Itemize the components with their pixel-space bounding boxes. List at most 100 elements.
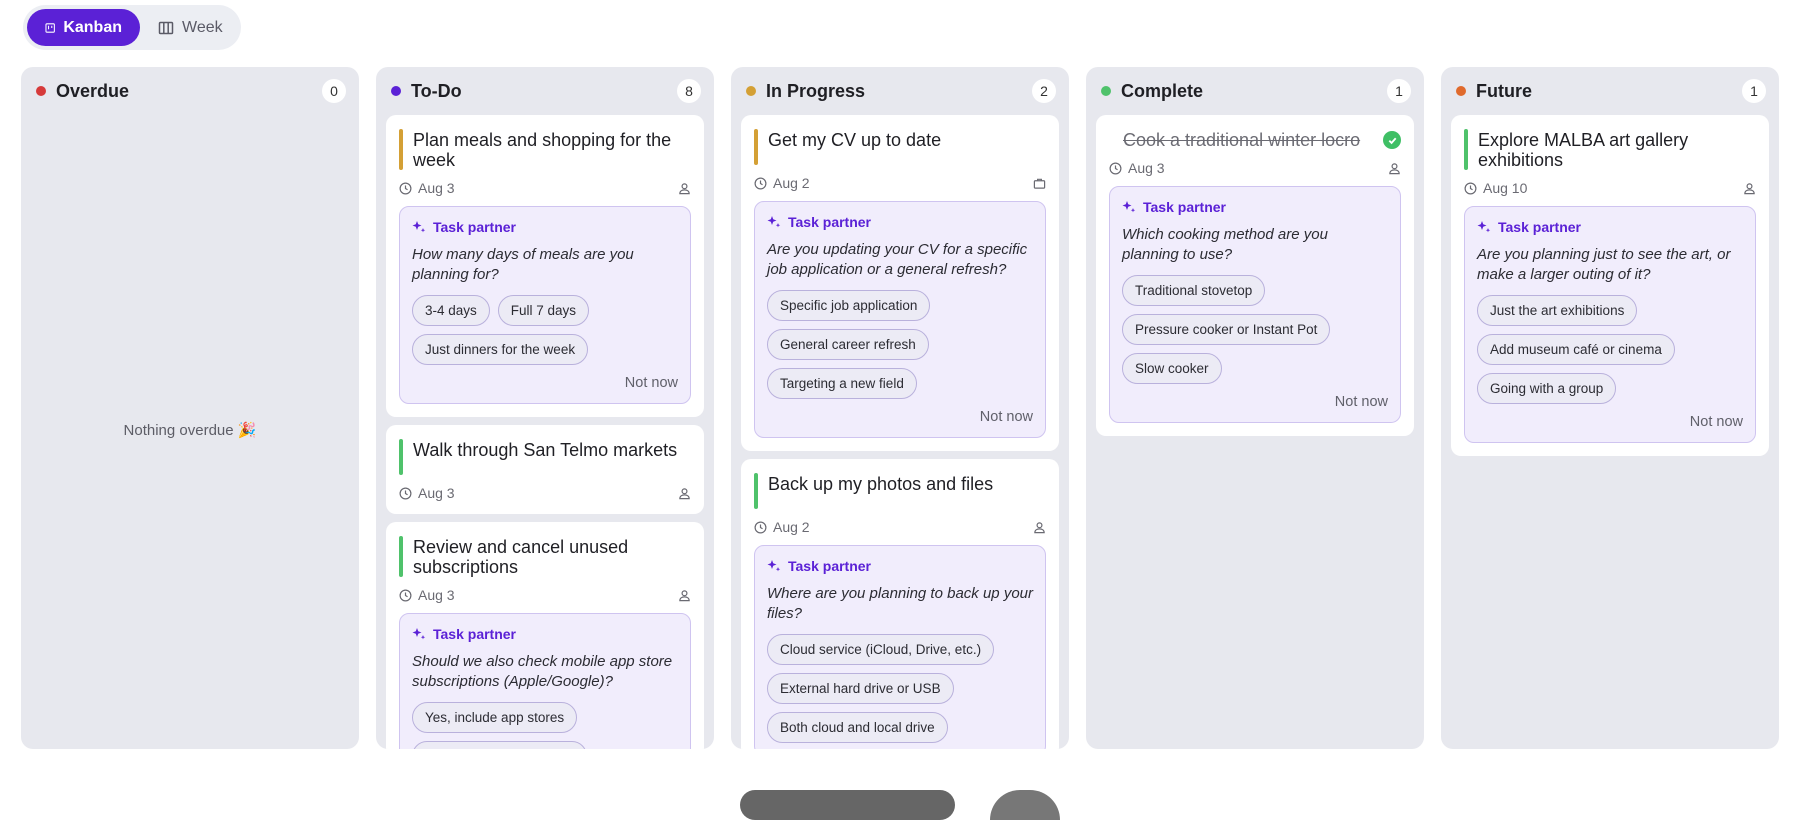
week-view-button[interactable]: Week: [140, 9, 241, 46]
column-title: Complete: [1121, 80, 1204, 101]
clock-icon: [1109, 162, 1122, 174]
column-title: Future: [1476, 80, 1532, 101]
task-partner-panel: Task partner Are you updating your CV fo…: [754, 201, 1046, 438]
due-date: Aug 3: [418, 485, 455, 501]
check-circle-icon[interactable]: [1383, 131, 1401, 149]
clock-icon: [754, 177, 767, 189]
status-dot: [746, 86, 756, 96]
task-card[interactable]: Get my CV up to date Aug 2 Task partner …: [741, 115, 1059, 451]
column-title: To-Do: [411, 80, 462, 101]
not-now-button[interactable]: Not now: [767, 409, 1033, 425]
partner-question: How many days of meals are you planning …: [412, 246, 634, 283]
task-title: Get my CV up to date: [768, 130, 942, 150]
option-chip[interactable]: General career refresh: [767, 329, 929, 360]
sparkle-icon: [767, 216, 781, 228]
option-chip[interactable]: Just the art exhibitions: [1477, 295, 1638, 326]
task-title: Cook a traditional winter locro: [1123, 130, 1361, 150]
person-icon[interactable]: [678, 487, 691, 500]
status-dot: [36, 86, 46, 96]
column-header: Future 1: [1441, 67, 1779, 115]
task-card[interactable]: Plan meals and shopping for the week Aug…: [386, 115, 704, 417]
column-header: Complete 1: [1086, 67, 1424, 115]
person-icon[interactable]: [1033, 521, 1046, 534]
option-chip[interactable]: Specific job application: [767, 290, 931, 321]
column-overdue: Overdue 0 Nothing overdue 🎉: [21, 67, 359, 749]
column-count-badge: 1: [1387, 79, 1411, 103]
partner-question: Are you planning just to see the art, or…: [1477, 246, 1731, 283]
partner-question: Which cooking method are you planning to…: [1122, 226, 1328, 263]
column-future: Future 1 Explore MALBA art gallery exhib…: [1441, 67, 1779, 749]
column-count-badge: 0: [322, 79, 346, 103]
task-partner-label: Task partner: [433, 219, 516, 235]
sparkle-icon: [767, 560, 781, 572]
task-title: Explore MALBA art gallery exhibitions: [1478, 130, 1689, 170]
status-dot: [391, 86, 401, 96]
due-date: Aug 10: [1483, 180, 1528, 196]
status-dot: [1101, 86, 1111, 96]
column-in-progress: In Progress 2 Get my CV up to date Aug 2…: [731, 67, 1069, 749]
task-title: Walk through San Telmo markets: [413, 440, 678, 460]
task-card[interactable]: Review and cancel unused subscriptions A…: [386, 522, 704, 749]
kanban-view-button[interactable]: Kanban: [27, 9, 140, 46]
clock-icon: [754, 521, 767, 533]
column-todo: To-Do 8 Plan meals and shopping for the …: [376, 67, 714, 749]
person-icon[interactable]: [1388, 162, 1401, 175]
due-date: Aug 3: [1128, 160, 1165, 176]
column-complete: Complete 1 Cook a traditional winter loc…: [1086, 67, 1424, 749]
task-card[interactable]: Back up my photos and files Aug 2 Task p…: [741, 459, 1059, 749]
partner-question: Where are you planning to back up your f…: [767, 585, 1033, 622]
option-chip[interactable]: Traditional stovetop: [1122, 275, 1266, 306]
option-chip[interactable]: Just dinners for the week: [412, 334, 589, 365]
person-icon[interactable]: [678, 182, 691, 195]
task-card[interactable]: Cook a traditional winter locro Aug 3 Ta…: [1096, 115, 1414, 436]
option-chip[interactable]: Add museum café or cinema: [1477, 334, 1675, 365]
option-chip[interactable]: Targeting a new field: [767, 368, 917, 399]
empty-state-message: Nothing overdue 🎉: [123, 422, 257, 439]
option-chip[interactable]: [412, 741, 587, 749]
option-chip[interactable]: Pressure cooker or Instant Pot: [1122, 314, 1331, 345]
task-partner-label: Task partner: [433, 626, 516, 642]
partner-question: Are you updating your CV for a specific …: [767, 241, 1028, 278]
task-partner-panel: Task partner Where are you planning to b…: [754, 545, 1046, 749]
not-now-button[interactable]: Not now: [412, 375, 678, 391]
due-date: Aug 2: [773, 175, 810, 191]
task-partner-label: Task partner: [1143, 199, 1226, 215]
partner-question: Should we also check mobile app store su…: [412, 653, 673, 690]
priority-bar: [399, 536, 403, 577]
briefcase-icon[interactable]: [1033, 177, 1046, 190]
option-chip[interactable]: External hard drive or USB: [767, 673, 954, 704]
due-date: Aug 3: [418, 587, 455, 603]
option-chip[interactable]: Going with a group: [1477, 373, 1617, 404]
column-count-badge: 2: [1032, 79, 1056, 103]
column-header: Overdue 0: [21, 67, 359, 115]
task-card[interactable]: Explore MALBA art gallery exhibitions Au…: [1451, 115, 1769, 456]
task-title: Back up my photos and files: [768, 474, 994, 494]
column-title: Overdue: [56, 80, 130, 101]
kanban-label: Kanban: [63, 18, 122, 36]
task-card[interactable]: Walk through San Telmo markets Aug 3: [386, 425, 704, 514]
option-chip[interactable]: Cloud service (iCloud, Drive, etc.): [767, 634, 995, 665]
task-partner-panel: Task partner Which cooking method are yo…: [1109, 186, 1401, 423]
column-title: In Progress: [766, 80, 866, 101]
kanban-icon: [45, 22, 55, 33]
sparkle-icon: [1122, 201, 1136, 213]
not-now-button[interactable]: Not now: [1122, 394, 1388, 410]
option-chip[interactable]: 3-4 days: [412, 295, 490, 326]
task-partner-label: Task partner: [1498, 219, 1581, 235]
option-chip[interactable]: Both cloud and local drive: [767, 712, 948, 743]
column-count-badge: 1: [1742, 79, 1766, 103]
not-now-button[interactable]: Not now: [1477, 414, 1743, 430]
priority-bar: [754, 129, 758, 165]
option-chip[interactable]: Yes, include app stores: [412, 702, 578, 733]
priority-bar: [399, 439, 403, 475]
option-chip[interactable]: Slow cooker: [1122, 353, 1222, 384]
task-title: Plan meals and shopping for the week: [413, 130, 672, 170]
task-partner-panel: Task partner Are you planning just to se…: [1464, 206, 1756, 443]
person-icon[interactable]: [678, 589, 691, 602]
option-chip[interactable]: Full 7 days: [497, 295, 590, 326]
column-header: To-Do 8: [376, 67, 714, 115]
week-label: Week: [182, 18, 223, 36]
person-icon[interactable]: [1743, 182, 1756, 195]
sparkle-icon: [412, 628, 426, 640]
status-dot: [1456, 86, 1466, 96]
